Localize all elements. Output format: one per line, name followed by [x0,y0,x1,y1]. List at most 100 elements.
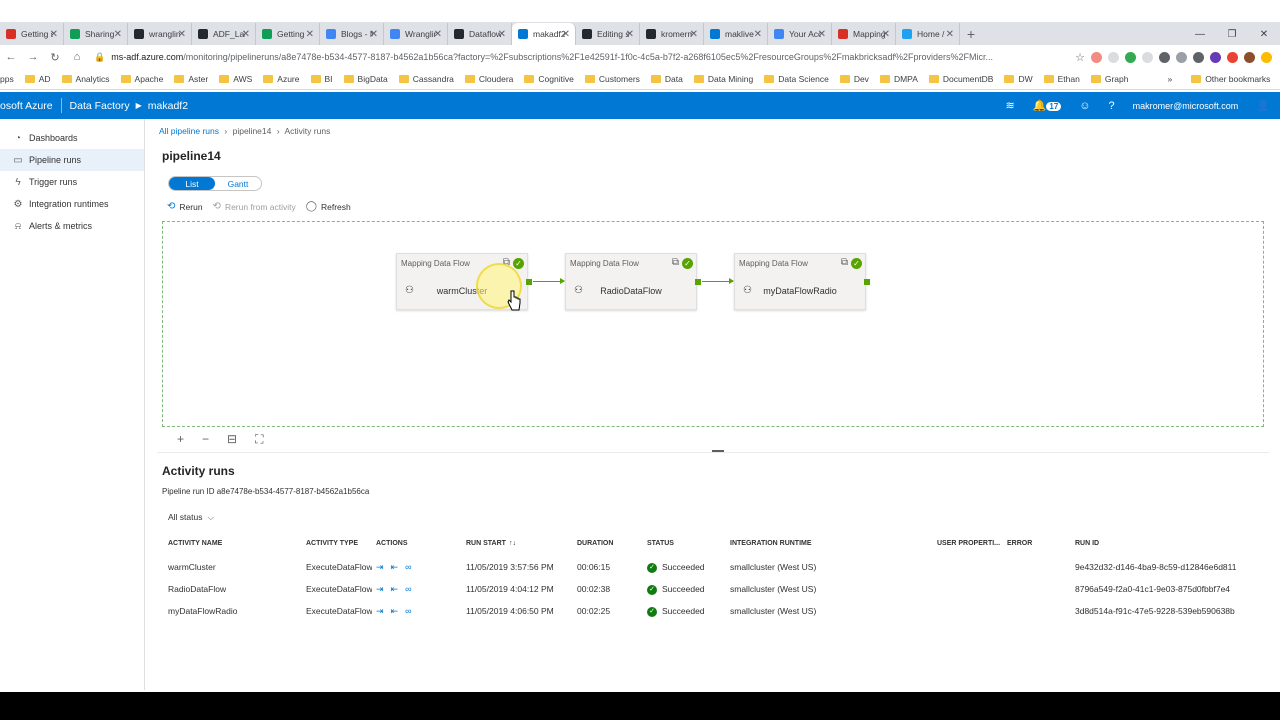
bookmark-folder[interactable]: Ethan [1043,74,1080,84]
bookmark-folder[interactable]: Cassandra [398,74,454,84]
user-email[interactable]: makromer@microsoft.com [1133,101,1239,111]
activity-node-radiodataflow[interactable]: Mapping Data Flow ⧉ ✓ ⚇ RadioDataFlow [565,253,701,310]
profile-avatar[interactable] [1244,51,1255,63]
sidebar-item-dashboards[interactable]: ◔ Dashboards [0,127,144,149]
extension-icon[interactable] [1125,51,1136,63]
tab-close-icon[interactable]: ✕ [498,29,506,40]
home-icon[interactable]: ⌂ [66,51,88,63]
status-filter-dropdown[interactable]: All status ⌵ [168,512,214,523]
browser-tab[interactable]: Getting s ✕ [0,23,64,45]
azure-brand[interactable]: osoft Azure [0,100,53,112]
tab-close-icon[interactable]: ✕ [946,29,954,40]
activity-node-mydataflowradio[interactable]: Mapping Data Flow ⧉ ✓ ⚇ myDataFlowRadio [734,253,870,310]
zoom-out-icon[interactable]: − [202,432,209,447]
factory-name[interactable]: makadf2 [148,100,188,112]
list-view-button[interactable]: List [169,177,215,190]
reset-zoom-icon[interactable]: ⛶ [255,432,263,447]
extension-icon[interactable] [1176,51,1187,63]
extension-icon[interactable] [1108,51,1119,63]
browser-tab[interactable]: Getting ✕ [256,23,320,45]
extension-icon[interactable] [1227,51,1238,63]
breadcrumb-all-pipeline-runs[interactable]: All pipeline runs [159,126,219,136]
zoom-in-icon[interactable]: + [177,432,184,447]
bookmark-folder[interactable]: AD [24,74,51,84]
output-port[interactable] [526,279,532,285]
browser-tab[interactable]: Dataflow ✕ [448,23,512,45]
output-icon[interactable]: ⇤ [391,606,406,616]
bookmark-star-icon[interactable]: ☆ [1069,51,1091,64]
feedback-smiley-icon[interactable]: ☺ [1079,100,1090,112]
bookmark-folder[interactable]: Analytics [61,74,110,84]
sidebar-item-integration-runtimes[interactable]: ⚙ Integration runtimes [0,193,144,215]
bookmark-folder[interactable]: Dev [839,74,869,84]
extension-icon[interactable] [1159,51,1170,63]
column-header[interactable]: RUN START [466,537,506,551]
bookmark-folder[interactable]: Cognitive [524,74,574,84]
rerun-button[interactable]: ⟲ Rerun [167,201,203,212]
browser-tab[interactable]: maklive ✕ [704,23,768,45]
sort-icon[interactable]: ↑↓ [509,537,516,551]
close-window-icon[interactable]: ✕ [1248,29,1280,40]
browser-tab[interactable]: Your Acc ✕ [768,23,832,45]
notifications-icon[interactable]: 🔔 17 [1033,99,1062,112]
bookmark-folder[interactable]: Cloudera [464,74,513,84]
gantt-view-button[interactable]: Gantt [215,177,261,190]
output-icon[interactable]: ⇤ [391,562,406,572]
new-tab-button[interactable]: + [960,23,982,45]
tab-close-icon[interactable]: ✕ [626,29,634,40]
wifi-icon[interactable]: ≋ [1005,99,1014,112]
open-external-icon[interactable]: ⧉ [841,257,848,268]
details-glasses-icon[interactable]: ∞ [405,606,418,616]
browser-tab[interactable]: makadf2 ✕ [512,23,576,45]
browser-tab[interactable]: Sharing ✕ [64,23,128,45]
input-icon[interactable]: ⇥ [376,562,391,572]
bookmark-folder[interactable]: Data Mining [693,74,753,84]
output-icon[interactable]: ⇤ [391,584,406,594]
back-icon[interactable]: ← [0,51,22,63]
table-row[interactable]: RadioDataFlow ExecuteDataFlow ⇥⇤∞ 11/05/201… [145,579,1280,599]
sidebar-item-trigger-runs[interactable]: ϟ Trigger runs [0,171,144,193]
reload-icon[interactable]: ↻ [44,51,66,64]
bookmark-folder[interactable]: DW [1004,74,1033,84]
extension-icon[interactable] [1261,51,1272,63]
tab-close-icon[interactable]: ✕ [114,29,122,40]
bookmark-folder[interactable]: Graph [1090,74,1128,84]
details-glasses-icon[interactable]: ∞ [405,562,418,572]
help-icon[interactable]: ? [1109,100,1115,112]
tab-close-icon[interactable]: ✕ [306,29,314,40]
splitter-grip[interactable] [712,450,724,452]
tab-close-icon[interactable]: ✕ [690,29,698,40]
tab-close-icon[interactable]: ✕ [434,29,442,40]
bookmark-folder[interactable]: Apache [120,74,163,84]
bookmark-folder[interactable]: BI [310,74,333,84]
browser-tab[interactable]: Home / ✕ [896,23,960,45]
fit-to-screen-icon[interactable]: ⊟ [227,432,237,447]
product-name[interactable]: Data Factory [70,100,130,112]
user-icon[interactable]: 👤 [1256,99,1270,112]
extension-icon[interactable] [1142,51,1153,63]
bookmark-folder[interactable]: DMPA [879,74,918,84]
open-external-icon[interactable]: ⧉ [672,257,679,268]
tab-close-icon[interactable]: ✕ [562,29,570,40]
input-icon[interactable]: ⇥ [376,584,391,594]
breadcrumb-pipeline[interactable]: pipeline14 [233,126,272,136]
restore-icon[interactable]: ❐ [1216,29,1248,40]
bookmarks-overflow-button[interactable]: » [1167,74,1172,84]
refresh-button[interactable]: ◯ Refresh [306,201,351,212]
tab-close-icon[interactable]: ✕ [178,29,186,40]
bookmark-folder[interactable]: pps [0,74,14,84]
forward-icon[interactable]: → [22,51,44,63]
bookmark-folder[interactable]: Aster [174,74,208,84]
browser-tab[interactable]: kromerm ✕ [640,23,704,45]
bookmark-folder[interactable]: BigData [343,74,388,84]
tab-close-icon[interactable]: ✕ [242,29,250,40]
rerun-from-activity-button[interactable]: ⟲ Rerun from activity [213,201,296,212]
input-icon[interactable]: ⇥ [376,606,391,616]
browser-tab[interactable]: Editing s ✕ [576,23,640,45]
tab-close-icon[interactable]: ✕ [882,29,890,40]
tab-close-icon[interactable]: ✕ [370,29,378,40]
bookmark-folder[interactable]: DocumentDB [928,74,993,84]
bookmark-folder[interactable]: AWS [219,74,252,84]
extension-icon[interactable] [1091,51,1102,63]
browser-tab[interactable]: ADF_Lab✕ [192,23,256,45]
